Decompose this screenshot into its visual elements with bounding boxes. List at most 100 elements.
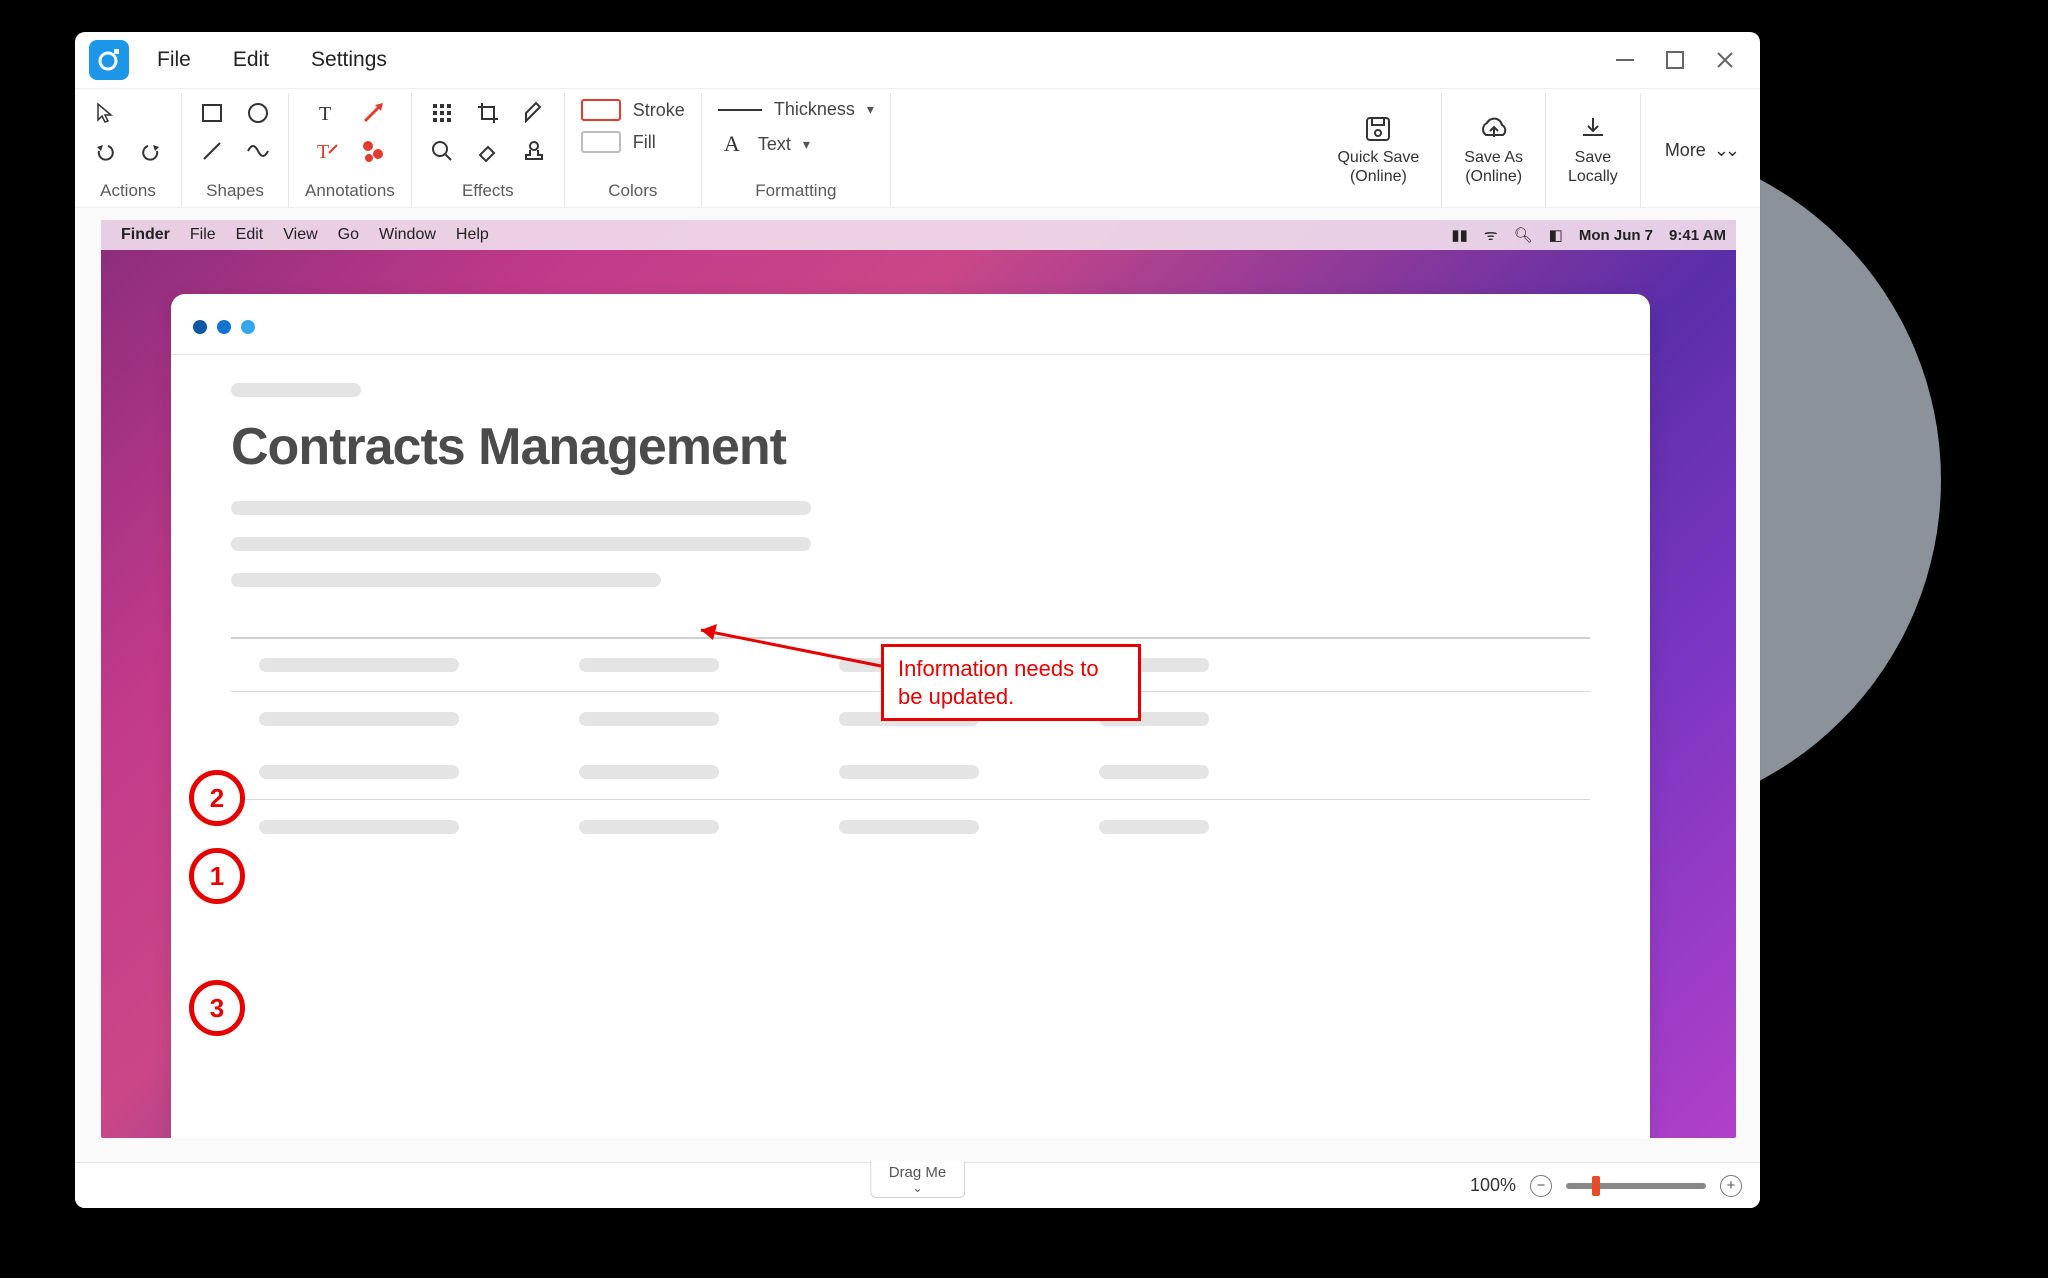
menu-edit[interactable]: Edit	[233, 48, 269, 72]
save-local-sub: Locally	[1568, 168, 1618, 185]
thickness-label: Thickness	[774, 99, 855, 120]
menu-file[interactable]: File	[157, 48, 191, 72]
double-chevron-icon: ⌄⌄	[1714, 140, 1736, 161]
chevron-down-icon: ▾	[803, 136, 810, 153]
cursor-icon[interactable]	[91, 99, 119, 127]
zoom-slider[interactable]	[1566, 1183, 1706, 1189]
quick-save-button[interactable]: Quick Save(Online)	[1315, 93, 1442, 207]
mac-edit: Edit	[236, 226, 264, 244]
toolbar: Actions Shapes T	[75, 88, 1760, 208]
save-local-button[interactable]: Save Locally	[1546, 93, 1641, 207]
page-title: Contracts Management	[231, 417, 1590, 477]
app-window: File Edit Settings Actions	[75, 32, 1760, 1208]
arrow-annotation-icon[interactable]	[359, 99, 387, 127]
effects-label: Effects	[462, 181, 514, 201]
mac-menubar: Finder File Edit View Go Window Help ▮▮ …	[101, 220, 1736, 250]
stamp-icon[interactable]	[520, 137, 548, 165]
app-logo	[89, 40, 129, 80]
placeholder	[231, 537, 811, 551]
minimize-button[interactable]	[1614, 49, 1636, 71]
zoom-thumb[interactable]	[1592, 1176, 1600, 1196]
fill-swatch	[581, 131, 621, 153]
mac-go: Go	[338, 226, 359, 244]
circle-icon[interactable]	[244, 99, 272, 127]
search-icon: 🔍︎	[1514, 226, 1533, 244]
more-button[interactable]: More ⌄⌄	[1641, 93, 1760, 207]
control-center-icon: ◧	[1549, 226, 1563, 244]
highlighter-icon[interactable]	[520, 99, 548, 127]
battery-icon: ▮▮	[1451, 226, 1468, 244]
drag-label: Drag Me	[889, 1164, 947, 1181]
canvas-area[interactable]: Finder File Edit View Go Window Help ▮▮ …	[75, 208, 1760, 1162]
crop-icon[interactable]	[474, 99, 502, 127]
text-format-icon: A	[718, 130, 746, 158]
quick-save-sub: (Online)	[1350, 168, 1407, 185]
table-row	[231, 799, 1590, 853]
magnify-icon[interactable]	[428, 137, 456, 165]
window-controls	[1614, 49, 1746, 71]
fill-color[interactable]: Fill	[581, 131, 685, 153]
download-icon	[1578, 114, 1608, 144]
annotations-label: Annotations	[305, 181, 395, 201]
annotation-callout[interactable]: Information needs to be updated.	[881, 644, 1141, 721]
stroke-color[interactable]: Stroke	[581, 99, 685, 121]
tool-group-formatting: Thickness ▾ A Text ▾ Formatting	[702, 93, 891, 207]
zoom-in-button[interactable]: +	[1720, 1175, 1742, 1197]
wifi-icon: ᯤ	[1484, 225, 1498, 245]
zoom-level: 100%	[1470, 1175, 1516, 1196]
rectangle-icon[interactable]	[198, 99, 226, 127]
close-button[interactable]	[1714, 49, 1736, 71]
menu-settings[interactable]: Settings	[311, 48, 387, 72]
save-as-button[interactable]: Save As (Online)	[1442, 93, 1546, 207]
placeholder	[231, 383, 361, 397]
wave-icon[interactable]	[244, 137, 272, 165]
placeholder	[231, 573, 661, 587]
stroke-swatch	[581, 99, 621, 121]
drag-handle[interactable]: Drag Me ⌄	[870, 1161, 966, 1198]
traffic-lights	[171, 314, 1650, 340]
text-label: Text	[758, 134, 791, 155]
step-marker-1[interactable]: 1	[189, 848, 245, 904]
svg-text:T: T	[317, 141, 329, 163]
text-icon[interactable]: T	[313, 99, 341, 127]
traffic-dot	[193, 320, 207, 334]
maximize-button[interactable]	[1664, 49, 1686, 71]
zoom-out-button[interactable]: −	[1530, 1175, 1552, 1197]
annotation-arrow[interactable]	[681, 616, 891, 676]
tool-group-colors: Stroke Fill Colors	[565, 93, 702, 207]
text-callout-icon[interactable]: T	[313, 137, 341, 165]
line-icon[interactable]	[198, 137, 226, 165]
tool-group-effects: Effects	[412, 93, 565, 207]
fill-label: Fill	[633, 132, 656, 153]
mac-view: View	[283, 226, 317, 244]
titlebar: File Edit Settings	[75, 32, 1760, 88]
step-marker-2[interactable]: 2	[189, 770, 245, 826]
save-as-label: Save As	[1464, 149, 1523, 166]
mac-window: Window	[379, 226, 436, 244]
line-sample-icon	[718, 109, 762, 111]
cloud-upload-icon	[1477, 114, 1511, 144]
traffic-dot	[217, 320, 231, 334]
save-local-label: Save	[1575, 149, 1611, 166]
eraser-icon[interactable]	[474, 137, 502, 165]
step-marker-3[interactable]: 3	[189, 980, 245, 1036]
statusbar: Drag Me ⌄ 100% − +	[75, 1162, 1760, 1208]
traffic-dot	[241, 320, 255, 334]
step-icon[interactable]	[359, 137, 387, 165]
actions-label: Actions	[100, 181, 156, 201]
svg-text:T: T	[319, 103, 331, 125]
tool-group-actions: Actions	[75, 93, 182, 207]
save-icon	[1363, 114, 1393, 144]
stroke-label: Stroke	[633, 100, 685, 121]
menubar: File Edit Settings	[157, 48, 387, 72]
blur-icon[interactable]	[428, 99, 456, 127]
mac-finder: Finder	[121, 226, 170, 244]
save-as-sub: (Online)	[1465, 168, 1522, 185]
undo-icon[interactable]	[91, 137, 119, 165]
chevron-down-icon: ⌄	[889, 1182, 947, 1195]
screenshot-canvas: Finder File Edit View Go Window Help ▮▮ …	[101, 220, 1736, 1138]
thickness-dropdown[interactable]: Thickness ▾	[718, 99, 874, 120]
table-row	[231, 745, 1590, 799]
redo-icon[interactable]	[137, 137, 165, 165]
text-format-dropdown[interactable]: A Text ▾	[718, 130, 874, 158]
